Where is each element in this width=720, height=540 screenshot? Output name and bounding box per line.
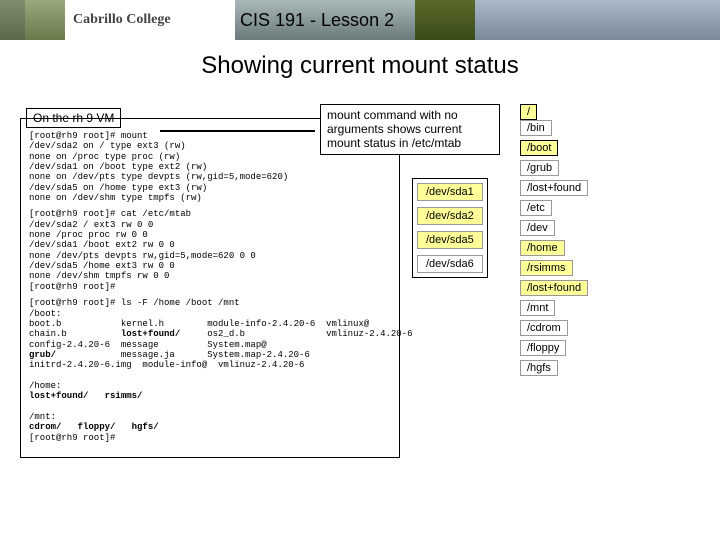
header-photo-1: [0, 0, 25, 40]
header-photo-2: [25, 0, 65, 40]
callout-arrow: [160, 130, 315, 132]
tree-rsimms: /rsimms: [520, 260, 573, 276]
tree-boot: /boot: [520, 140, 558, 156]
header-photo-4: [475, 0, 720, 40]
terminal-block-ls: [root@rh9 root]# ls -F /home /boot /mnt …: [29, 298, 391, 443]
tree-mnt: /mnt: [520, 300, 555, 316]
tree-etc: /etc: [520, 200, 552, 216]
tree-floppy: /floppy: [520, 340, 566, 356]
course-title: CIS 191 - Lesson 2: [240, 10, 394, 31]
dir-cdrom: cdrom/: [29, 422, 61, 432]
tree-home-lostfound: /lost+found: [520, 280, 588, 296]
tree-cdrom: /cdrom: [520, 320, 568, 336]
tree-root: /: [520, 104, 537, 120]
tree-hgfs: /hgfs: [520, 360, 558, 376]
tree-boot-lostfound: /lost+found: [520, 180, 588, 196]
dir-lostfound-home: lost+found/: [29, 391, 88, 401]
dir-hgfs: hgfs/: [132, 422, 159, 432]
header-photos: [0, 0, 65, 40]
device-sda2: /dev/sda2: [417, 207, 483, 225]
device-sda5: /dev/sda5: [417, 231, 483, 249]
device-list: /dev/sda1 /dev/sda2 /dev/sda5 /dev/sda6: [412, 178, 488, 278]
tree-grub: /grub: [520, 160, 559, 176]
college-logo: Cabrillo College: [65, 0, 235, 40]
device-sda1: /dev/sda1: [417, 183, 483, 201]
dir-rsimms: rsimms/: [105, 391, 143, 401]
terminal-output: [root@rh9 root]# mount /dev/sda2 on / ty…: [20, 118, 400, 458]
dir-lostfound-boot: lost+found/: [121, 329, 180, 339]
callout-note: mount command with no arguments shows cu…: [320, 104, 500, 155]
dir-floppy: floppy/: [78, 422, 116, 432]
tree-home: /home: [520, 240, 565, 256]
terminal-block-mtab: [root@rh9 root]# cat /etc/mtab /dev/sda2…: [29, 209, 391, 292]
filesystem-tree: / /bin /boot /grub /lost+found /etc /dev…: [520, 104, 588, 380]
device-sda6: /dev/sda6: [417, 255, 483, 273]
dir-grub: grub/: [29, 350, 56, 360]
header-photo-3b: [415, 0, 475, 40]
slide-title: Showing current mount status: [0, 52, 720, 80]
tree-dev: /dev: [520, 220, 555, 236]
tree-bin: /bin: [520, 120, 552, 136]
